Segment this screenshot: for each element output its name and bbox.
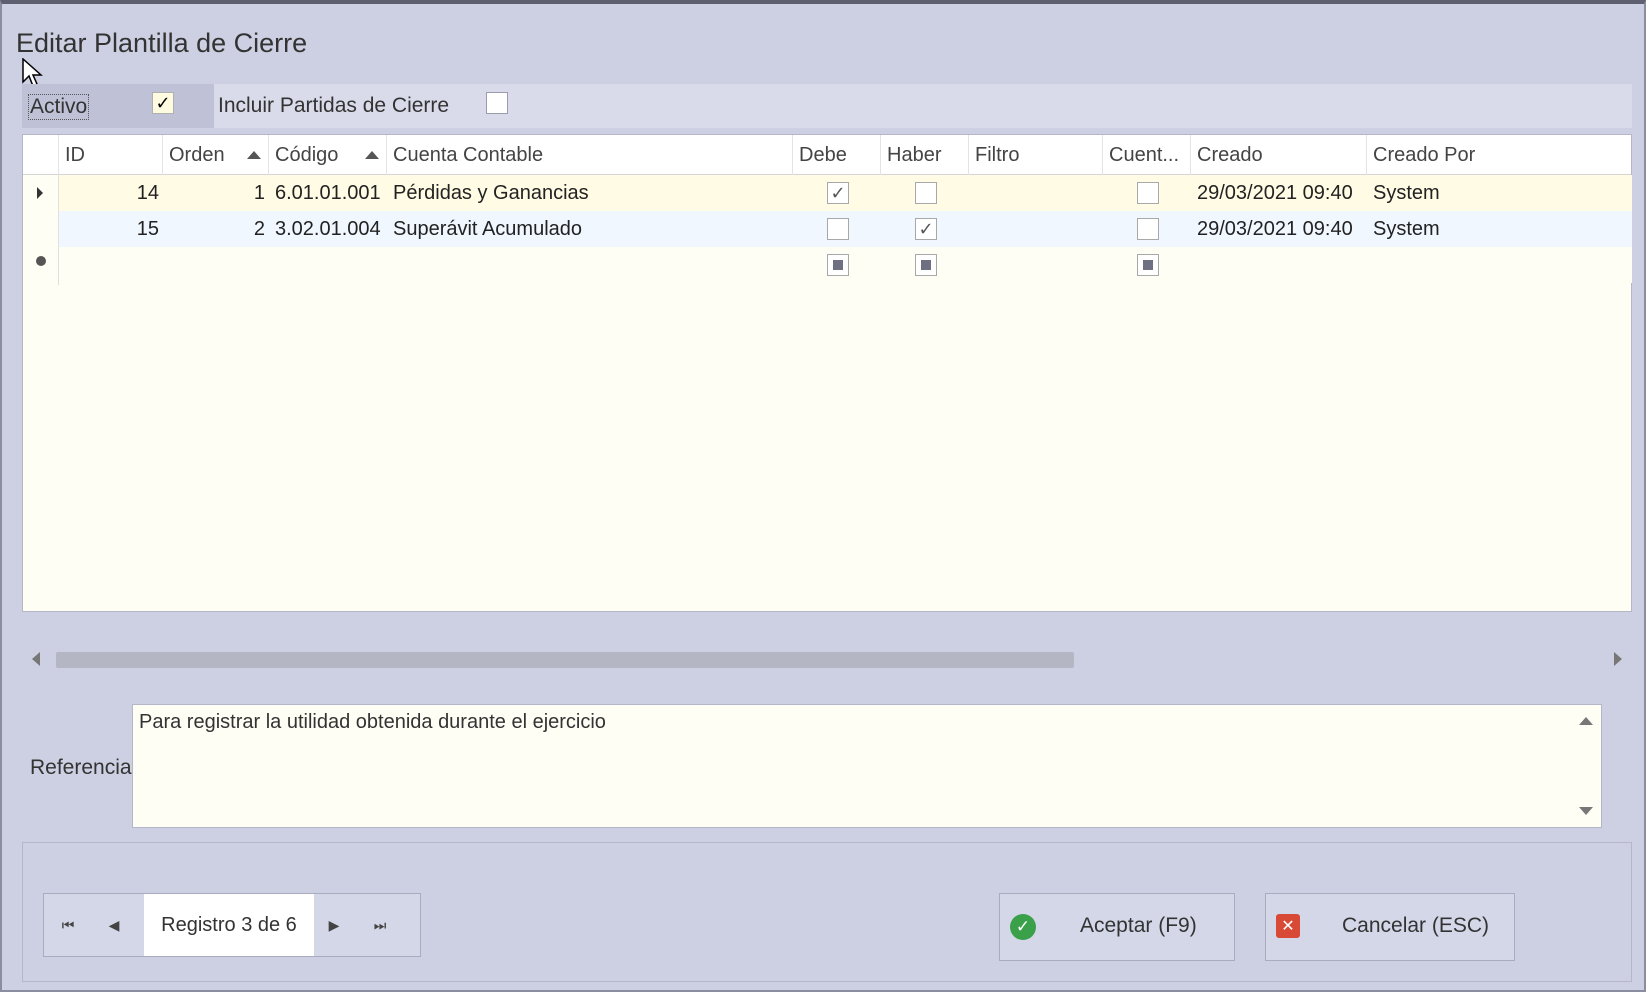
cell-creado-por[interactable]: System <box>1373 211 1440 247</box>
referencia-text: Para registrar la utilidad obtenida dura… <box>139 711 606 733</box>
accept-label: Aceptar (F9) <box>1080 914 1197 937</box>
checkmark-icon: ✓ <box>918 218 934 239</box>
scroll-left-icon[interactable] <box>32 652 40 666</box>
options-bar: Activo ✓ Incluir Partidas de Cierre <box>22 84 1632 128</box>
sort-asc-icon <box>365 151 379 159</box>
cell-orden[interactable]: 2 <box>163 211 265 247</box>
bottom-panel: ⏮ ◀ Registro 3 de 6 ▶ ⏭ ✓ Aceptar (F9) ✕… <box>22 842 1632 982</box>
haber-checkbox[interactable]: ✓ <box>915 218 937 240</box>
scroll-up-icon[interactable] <box>1579 717 1593 725</box>
prev-record-button[interactable]: ◀ <box>94 894 134 956</box>
referencia-label: Referencia <box>30 756 132 779</box>
cuenta-flag-checkbox[interactable] <box>1137 218 1159 240</box>
header-filtro[interactable]: Filtro <box>969 135 1103 175</box>
header-haber[interactable]: Haber <box>881 135 969 175</box>
header-cuenta-flag[interactable]: Cuent... <box>1103 135 1191 175</box>
cuenta-flag-checkbox-indeterminate[interactable] <box>1137 254 1159 276</box>
check-circle-icon: ✓ <box>1010 914 1036 940</box>
cuenta-flag-checkbox[interactable] <box>1137 182 1159 204</box>
cell-id[interactable]: 15 <box>59 211 159 247</box>
current-row-arrow-icon <box>37 187 43 199</box>
scroll-down-icon[interactable] <box>1579 807 1593 815</box>
sort-asc-icon <box>247 151 261 159</box>
header-id[interactable]: ID <box>59 135 163 175</box>
header-indicator <box>23 135 59 175</box>
referencia-textarea[interactable]: Para registrar la utilidad obtenida dura… <box>132 704 1602 828</box>
cancel-label: Cancelar (ESC) <box>1342 914 1490 937</box>
cell-id[interactable]: 14 <box>59 175 159 211</box>
horizontal-scrollbar[interactable] <box>22 644 1632 674</box>
first-record-icon: ⏮ <box>61 916 75 933</box>
cancel-button[interactable]: ✕ Cancelar (ESC) <box>1265 893 1515 961</box>
checkmark-icon: ✓ <box>155 93 171 113</box>
debe-checkbox-indeterminate[interactable] <box>827 254 849 276</box>
row-indicator-column <box>23 175 59 285</box>
header-debe[interactable]: Debe <box>793 135 881 175</box>
new-item-row[interactable] <box>59 247 1632 283</box>
checkmark-icon: ✓ <box>830 182 846 203</box>
activo-checkbox[interactable]: ✓ <box>152 92 174 114</box>
new-row-dot-icon <box>36 256 46 266</box>
grid-header: ID Orden Código Cuenta Contable Debe Hab… <box>23 135 1631 175</box>
activo-label[interactable]: Activo <box>28 94 90 120</box>
scroll-right-icon[interactable] <box>1614 652 1622 666</box>
last-record-icon: ⏭ <box>373 916 387 933</box>
table-row[interactable]: 14 1 6.01.01.001 Pérdidas y Ganancias ✓ … <box>59 175 1632 211</box>
cell-cuenta[interactable]: Pérdidas y Ganancias <box>393 175 589 211</box>
haber-checkbox-indeterminate[interactable] <box>915 254 937 276</box>
record-navigator: ⏮ ◀ Registro 3 de 6 ▶ ⏭ <box>43 893 421 957</box>
vertical-scrollbar[interactable] <box>1571 705 1601 827</box>
first-record-button[interactable]: ⏮ <box>48 894 88 956</box>
cell-creado[interactable]: 29/03/2021 09:40 <box>1197 175 1353 211</box>
last-record-button[interactable]: ⏭ <box>360 894 400 956</box>
cell-codigo[interactable]: 6.01.01.001 <box>275 175 381 211</box>
record-position: Registro 3 de 6 <box>144 894 314 956</box>
header-creado[interactable]: Creado <box>1191 135 1367 175</box>
edit-dialog: Editar Plantilla de Cierre Activo ✓ Incl… <box>0 0 1646 992</box>
accept-button[interactable]: ✓ Aceptar (F9) <box>999 893 1235 961</box>
header-cuenta-contable[interactable]: Cuenta Contable <box>387 135 793 175</box>
cell-creado-por[interactable]: System <box>1373 175 1440 211</box>
cell-orden[interactable]: 1 <box>163 175 265 211</box>
close-box-icon: ✕ <box>1276 914 1300 938</box>
incluir-partidas-label[interactable]: Incluir Partidas de Cierre <box>218 94 449 118</box>
cell-creado[interactable]: 29/03/2021 09:40 <box>1197 211 1353 247</box>
scroll-thumb[interactable] <box>56 652 1074 668</box>
incluir-partidas-checkbox[interactable] <box>486 92 508 114</box>
cell-cuenta[interactable]: Superávit Acumulado <box>393 211 582 247</box>
debe-checkbox[interactable] <box>827 218 849 240</box>
next-record-button[interactable]: ▶ <box>314 894 354 956</box>
header-creado-por[interactable]: Creado Por <box>1367 135 1633 175</box>
debe-checkbox[interactable]: ✓ <box>827 182 849 204</box>
table-row[interactable]: 15 2 3.02.01.004 Superávit Acumulado ✓ 2… <box>59 211 1632 247</box>
haber-checkbox[interactable] <box>915 182 937 204</box>
next-record-icon: ▶ <box>328 916 340 933</box>
prev-record-icon: ◀ <box>108 916 120 933</box>
cell-codigo[interactable]: 3.02.01.004 <box>275 211 381 247</box>
dialog-title: Editar Plantilla de Cierre <box>16 28 308 58</box>
closing-template-grid: ID Orden Código Cuenta Contable Debe Hab… <box>22 134 1632 612</box>
